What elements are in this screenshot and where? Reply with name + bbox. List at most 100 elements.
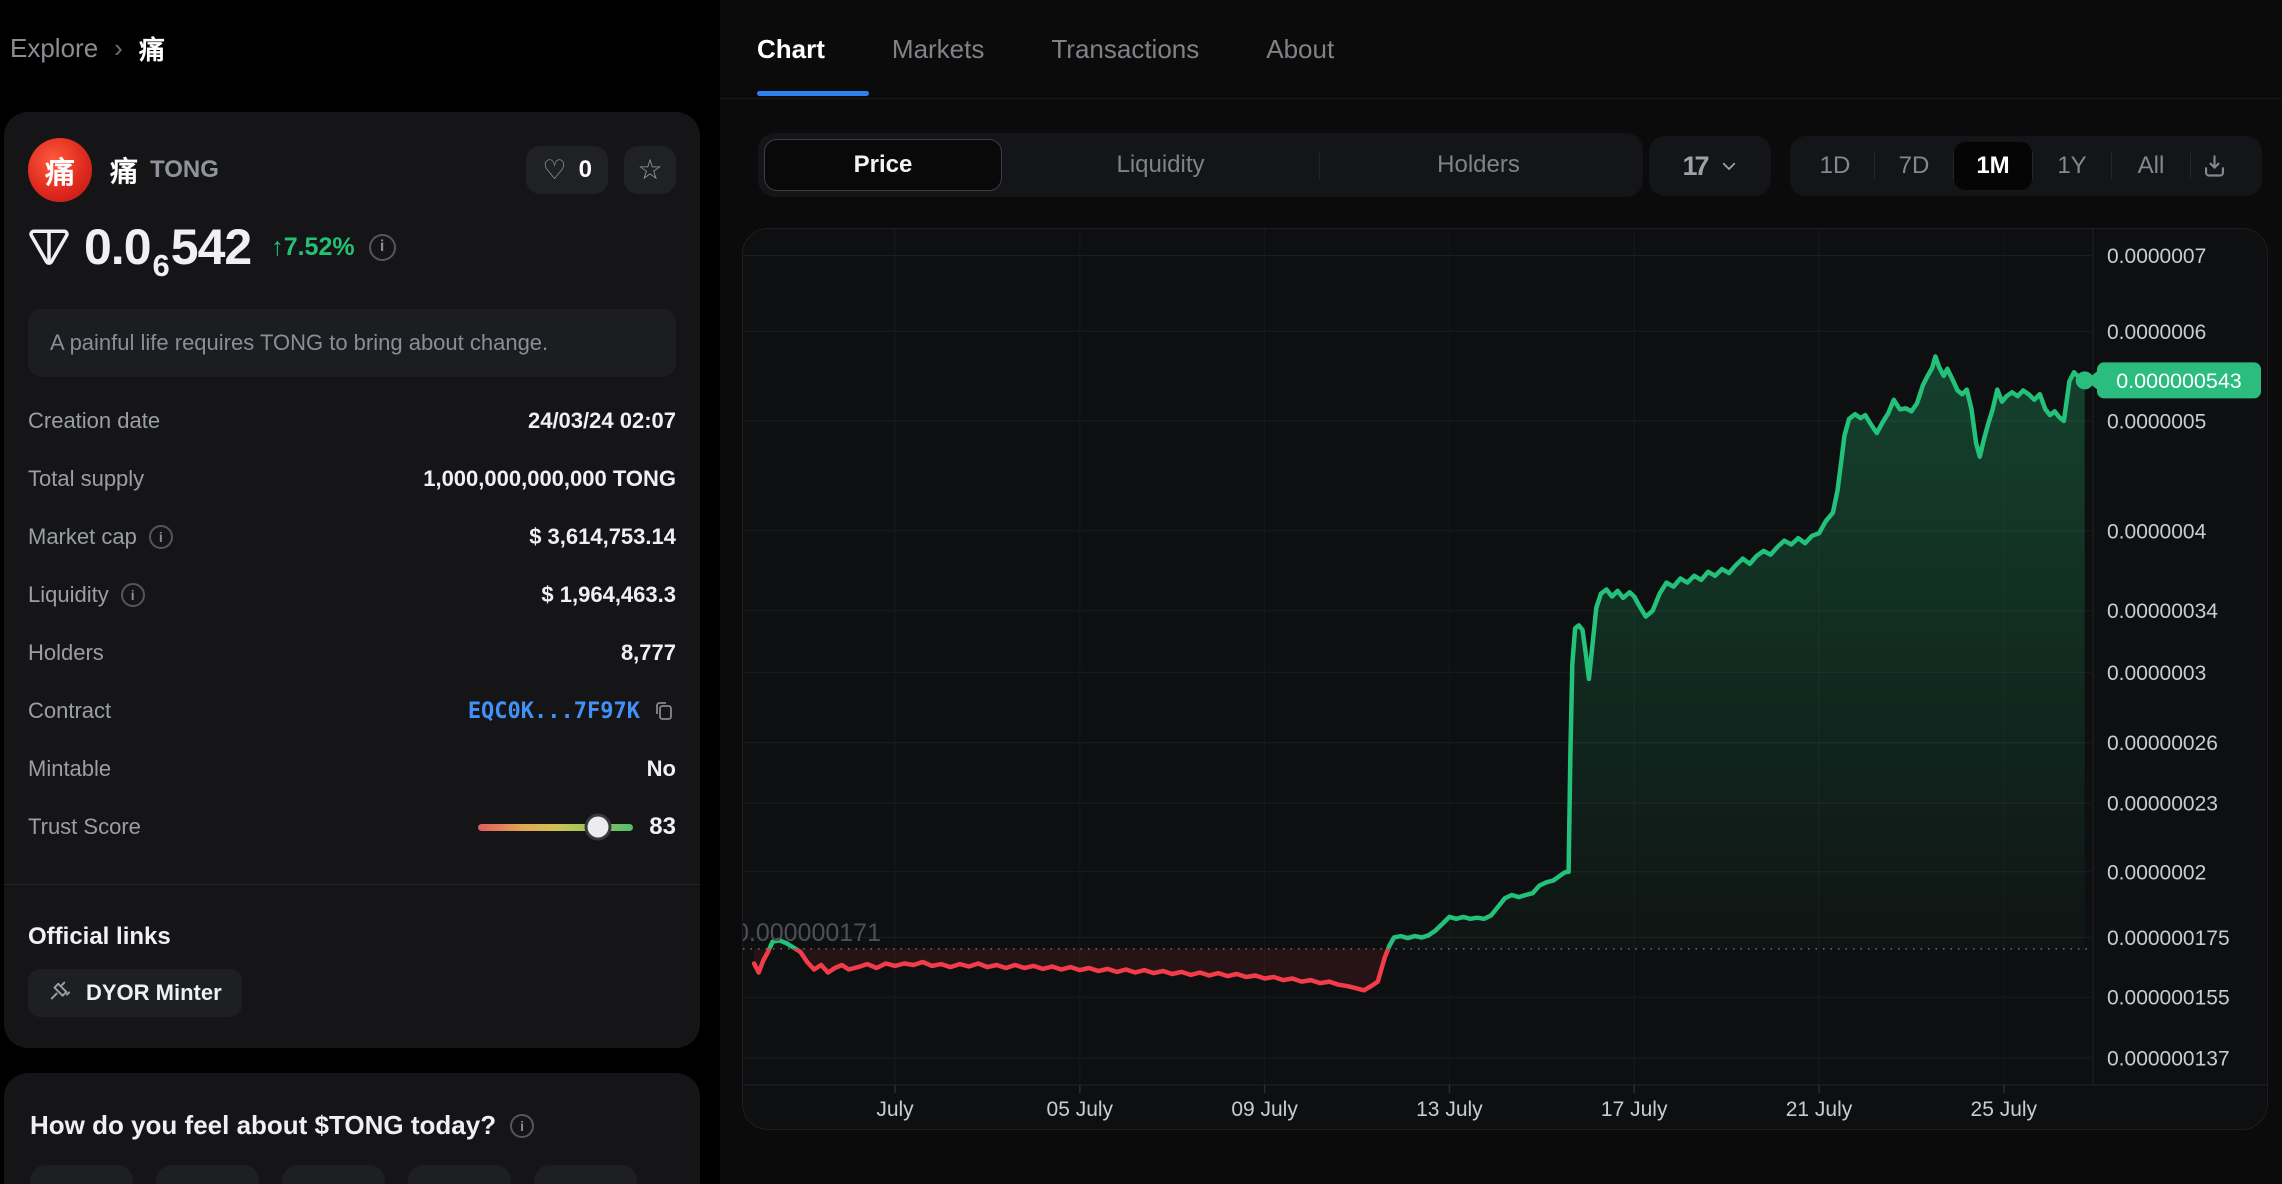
detail-tabs: Chart Markets Transactions About [720, 0, 2282, 99]
price-info-icon[interactable]: i [368, 233, 396, 261]
ton-logo-icon [29, 229, 69, 265]
y-axis-tick-label: 0.000000137 [2107, 1048, 2230, 1071]
y-axis-tick-label: 0.00000034 [2107, 600, 2218, 623]
official-links-heading: Official links [28, 923, 171, 950]
stat-row-market-cap: Market cap i $ 3,614,753.14 [28, 520, 676, 554]
x-axis-tick-label: 05 July [1047, 1098, 1114, 1121]
stat-row-mintable: Mintable No [28, 752, 676, 786]
timeframe-1y[interactable]: 1Y [2033, 152, 2111, 180]
token-info-card: 痛 痛 TONG ♡ 0 ☆ 0.06542 ↑7.52% i A painfu… [4, 112, 700, 1048]
breadcrumb-explore-link[interactable]: Explore [10, 33, 98, 64]
heart-icon: ♡ [542, 154, 567, 185]
x-axis-tick-label: 17 July [1601, 1098, 1668, 1121]
stat-label: Liquidity [28, 582, 109, 607]
tradingview-dropdown[interactable]: 17 [1649, 136, 1771, 196]
download-chart-button[interactable] [2191, 153, 2237, 180]
token-sidebar: Explore › 痛 痛 痛 TONG ♡ 0 ☆ 0.06542 ↑7.52… [0, 0, 720, 1184]
trust-score-value: 83 [649, 813, 676, 840]
stat-label: Mintable [28, 756, 112, 781]
token-header: 痛 痛 TONG ♡ 0 ☆ [28, 138, 676, 202]
price-chart-card: 0.000000171 0.0000007 0.0000006 0.0000005 0.… [742, 228, 2268, 1130]
breadcrumb-separator-icon: › [114, 33, 123, 63]
series-toggle-holders[interactable]: Holders [1320, 151, 1637, 179]
sentiment-pill[interactable] [408, 1165, 511, 1184]
stat-value: No [646, 756, 676, 781]
price-zeros-subscript: 6 [152, 248, 170, 283]
sentiment-pill[interactable] [30, 1165, 133, 1184]
series-toggle-liquidity[interactable]: Liquidity [1002, 151, 1319, 179]
like-button[interactable]: ♡ 0 [526, 146, 608, 194]
token-avatar: 痛 [28, 138, 92, 202]
current-price-badge-label: 0.000000543 [2116, 369, 2242, 393]
stat-value: $ 3,614,753.14 [529, 524, 676, 549]
stat-label: Contract [28, 698, 112, 723]
token-ticker: TONG [150, 156, 219, 183]
timeframe-7d[interactable]: 7D [1875, 152, 1953, 180]
sentiment-pill[interactable] [534, 1165, 637, 1184]
stat-row-creation-date: Creation date 24/03/24 02:07 [28, 404, 676, 438]
market-cap-info-icon[interactable]: i [148, 525, 173, 549]
tab-transactions[interactable]: Transactions [1051, 34, 1199, 65]
chevron-down-icon [1722, 162, 1735, 170]
y-axis-tick-label: 0.0000007 [2107, 245, 2206, 268]
y-axis-tick-label: 0.0000004 [2107, 520, 2207, 543]
stat-label: Creation date [28, 408, 161, 433]
stat-label: Market cap [28, 524, 137, 549]
y-axis-tick-label: 0.0000005 [2107, 411, 2206, 434]
breadcrumb: Explore › 痛 [10, 30, 165, 67]
x-axis-tick-label: July [876, 1098, 914, 1121]
price-area-up [769, 356, 2085, 949]
sentiment-options [30, 1165, 674, 1184]
chart-series-toggle: Price Liquidity Holders [758, 133, 1643, 197]
stat-label: Trust Score [28, 814, 141, 839]
price-chart[interactable]: 0.000000171 0.0000007 0.0000006 0.0000005 0.… [743, 229, 2268, 1130]
stat-row-total-supply: Total supply 1,000,000,000,000 TONG [28, 462, 676, 496]
chart-panel: Chart Markets Transactions About Price L… [720, 0, 2282, 1184]
y-axis-tick-label: 0.000000155 [2107, 987, 2230, 1010]
minter-hammer-icon [50, 981, 71, 1000]
breadcrumb-current: 痛 [138, 35, 165, 65]
tab-markets[interactable]: Markets [892, 34, 984, 65]
token-name: 痛 [110, 156, 139, 187]
tab-about[interactable]: About [1266, 34, 1334, 65]
stat-value: 1,000,000,000,000 TONG [423, 466, 676, 491]
like-count: 0 [578, 156, 592, 183]
token-stats: Creation date 24/03/24 02:07 Total suppl… [28, 404, 676, 844]
contract-address-link[interactable]: EQC0K...7F97K [468, 699, 640, 724]
sentiment-card: How do you feel about $TONG today? i [4, 1073, 700, 1184]
token-description: A painful life requires TONG to bring ab… [28, 309, 676, 377]
timeframe-1m[interactable]: 1M [1954, 142, 2032, 190]
timeframe-all[interactable]: All [2112, 152, 2190, 180]
stat-value: $ 1,964,463.3 [541, 582, 676, 607]
copy-icon[interactable] [652, 699, 676, 723]
dyor-minter-button[interactable]: DYOR Minter [28, 969, 242, 1017]
stat-row-contract: Contract EQC0K...7F97K [28, 694, 676, 728]
active-tab-underline [757, 91, 869, 96]
series-toggle-price[interactable]: Price [764, 139, 1002, 191]
x-axis-tick-label: 09 July [1231, 1098, 1298, 1121]
y-axis-tick-label: 0.0000006 [2107, 321, 2206, 344]
favorite-button[interactable]: ☆ [624, 146, 676, 194]
x-axis-tick-label: 21 July [1786, 1098, 1853, 1121]
y-axis-tick-label: 0.00000026 [2107, 732, 2218, 755]
stat-label: Total supply [28, 466, 145, 491]
trust-score-knob[interactable] [587, 816, 609, 838]
timeframe-1d[interactable]: 1D [1796, 152, 1874, 180]
star-icon: ☆ [637, 154, 663, 185]
stat-row-liquidity: Liquidity i $ 1,964,463.3 [28, 578, 676, 612]
price-change-badge: ↑7.52% [271, 232, 355, 261]
y-axis-tick-label: 0.0000003 [2107, 662, 2206, 685]
timeframe-selector: 1D 7D 1M 1Y All [1790, 136, 2262, 196]
tab-chart[interactable]: Chart [757, 34, 825, 65]
sentiment-pill[interactable] [156, 1165, 259, 1184]
trust-score-slider[interactable] [478, 816, 634, 838]
stat-label: Holders [28, 640, 104, 665]
dyor-minter-label: DYOR Minter [86, 980, 222, 1005]
stat-row-trust-score: Trust Score 83 [28, 810, 676, 844]
sentiment-info-icon[interactable]: i [510, 1113, 535, 1138]
x-axis-tick-label: 13 July [1416, 1098, 1483, 1121]
liquidity-info-icon[interactable]: i [120, 583, 145, 607]
token-price: 0.06542 [84, 219, 252, 283]
stat-value: 8,777 [620, 640, 676, 665]
sentiment-pill[interactable] [282, 1165, 385, 1184]
